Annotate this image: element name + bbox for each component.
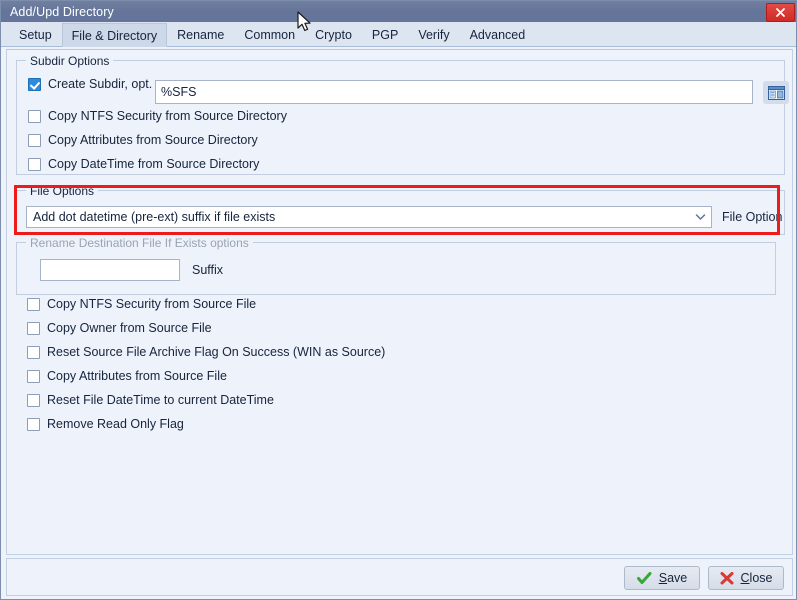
close-accel: C <box>740 571 750 585</box>
checkbox-box <box>27 393 40 407</box>
subdir-path-input[interactable] <box>155 80 753 104</box>
file-options-title: File Options <box>26 184 99 198</box>
tab-page-file-and-directory: Subdir Options Create Subdir, opt. Copy … <box>6 49 793 555</box>
checkbox-box <box>27 345 40 359</box>
window-title: Add/Upd Directory <box>10 4 114 19</box>
checkbox-copy-datetime-dir[interactable]: Copy DateTime from Source Directory <box>28 157 259 171</box>
checkbox-label: Create Subdir, opt. <box>48 77 153 91</box>
checkbox-copy-attributes-dir[interactable]: Copy Attributes from Source Directory <box>28 133 258 147</box>
tab-pgp[interactable]: PGP <box>362 22 408 46</box>
checkbox-reset-archive-flag[interactable]: Reset Source File Archive Flag On Succes… <box>27 345 385 359</box>
title-bar: Add/Upd Directory <box>1 1 796 22</box>
checkbox-label: Remove Read Only Flag <box>47 417 184 431</box>
checkbox-label: Copy Attributes from Source Directory <box>48 133 258 147</box>
close-button-label: Close <box>741 571 773 585</box>
dialog-window: Add/Upd Directory Setup File & Directory… <box>0 0 797 600</box>
checkbox-copy-ntfs-security-file[interactable]: Copy NTFS Security from Source File <box>27 297 256 311</box>
checkbox-box <box>27 297 40 311</box>
checkbox-copy-owner-file[interactable]: Copy Owner from Source File <box>27 321 212 335</box>
save-accel: S <box>658 571 668 585</box>
close-rest: lose <box>749 571 773 585</box>
subdir-options-group: Subdir Options Create Subdir, opt. Copy … <box>16 54 789 175</box>
checkbox-box <box>27 369 40 383</box>
green-check-icon <box>636 571 652 584</box>
file-option-select[interactable]: Add dot datetime (pre-ext) suffix if fil… <box>26 206 712 228</box>
tab-file-and-directory[interactable]: File & Directory <box>61 23 168 47</box>
suffix-input[interactable] <box>40 259 180 281</box>
red-x-icon <box>720 571 734 584</box>
save-button-label: Save <box>659 571 688 585</box>
suffix-label: Suffix <box>192 263 224 277</box>
chevron-down-icon <box>689 213 711 221</box>
checkbox-label: Copy NTFS Security from Source File <box>47 297 257 311</box>
rename-destination-options-title: Rename Destination File If Exists option… <box>26 236 253 250</box>
window-close-button[interactable] <box>766 3 795 22</box>
dialog-button-bar: Save Close <box>6 558 793 596</box>
checkbox-label: Reset File DateTime to current DateTime <box>47 393 274 407</box>
checkbox-box <box>27 417 40 431</box>
checkbox-copy-ntfs-security-dir[interactable]: Copy NTFS Security from Source Directory <box>28 109 287 123</box>
tab-crypto[interactable]: Crypto <box>305 22 362 46</box>
checkbox-reset-file-datetime[interactable]: Reset File DateTime to current DateTime <box>27 393 274 407</box>
browse-directory-button[interactable] <box>763 81 789 104</box>
rename-destination-options-group: Rename Destination File If Exists option… <box>16 236 776 295</box>
subdir-options-title: Subdir Options <box>26 54 114 68</box>
tab-bar: Setup File & Directory Rename Common Cry… <box>1 22 796 47</box>
checkbox-box <box>28 77 41 91</box>
file-option-selected-value: Add dot datetime (pre-ext) suffix if fil… <box>33 210 276 224</box>
checkbox-copy-attributes-file[interactable]: Copy Attributes from Source File <box>27 369 227 383</box>
checkbox-label: Reset Source File Archive Flag On Succes… <box>47 345 386 359</box>
save-button[interactable]: Save <box>624 566 700 590</box>
checkbox-box <box>28 133 41 147</box>
tab-verify[interactable]: Verify <box>408 22 459 46</box>
tab-common[interactable]: Common <box>234 22 305 46</box>
checkbox-box <box>28 157 41 171</box>
checkbox-label: Copy Attributes from Source File <box>47 369 227 383</box>
save-rest: ave <box>667 571 688 585</box>
checkbox-box <box>28 109 41 123</box>
checkbox-label: Copy Owner from Source File <box>47 321 212 335</box>
checkbox-label: Copy NTFS Security from Source Directory <box>48 109 287 123</box>
checkbox-create-subdir[interactable]: Create Subdir, opt. <box>28 77 152 91</box>
checkbox-remove-read-only-flag[interactable]: Remove Read Only Flag <box>27 417 184 431</box>
tab-rename[interactable]: Rename <box>167 22 234 46</box>
checkbox-label: Copy DateTime from Source Directory <box>48 157 260 171</box>
file-options-group: File Options Add dot datetime (pre-ext) … <box>16 184 785 235</box>
checkbox-box <box>27 321 40 335</box>
close-button[interactable]: Close <box>708 566 784 590</box>
tab-setup[interactable]: Setup <box>9 22 62 46</box>
tab-advanced[interactable]: Advanced <box>460 22 536 46</box>
close-x-icon <box>776 8 785 17</box>
file-option-side-label: File Option <box>722 210 783 224</box>
browse-folder-icon <box>767 85 785 100</box>
